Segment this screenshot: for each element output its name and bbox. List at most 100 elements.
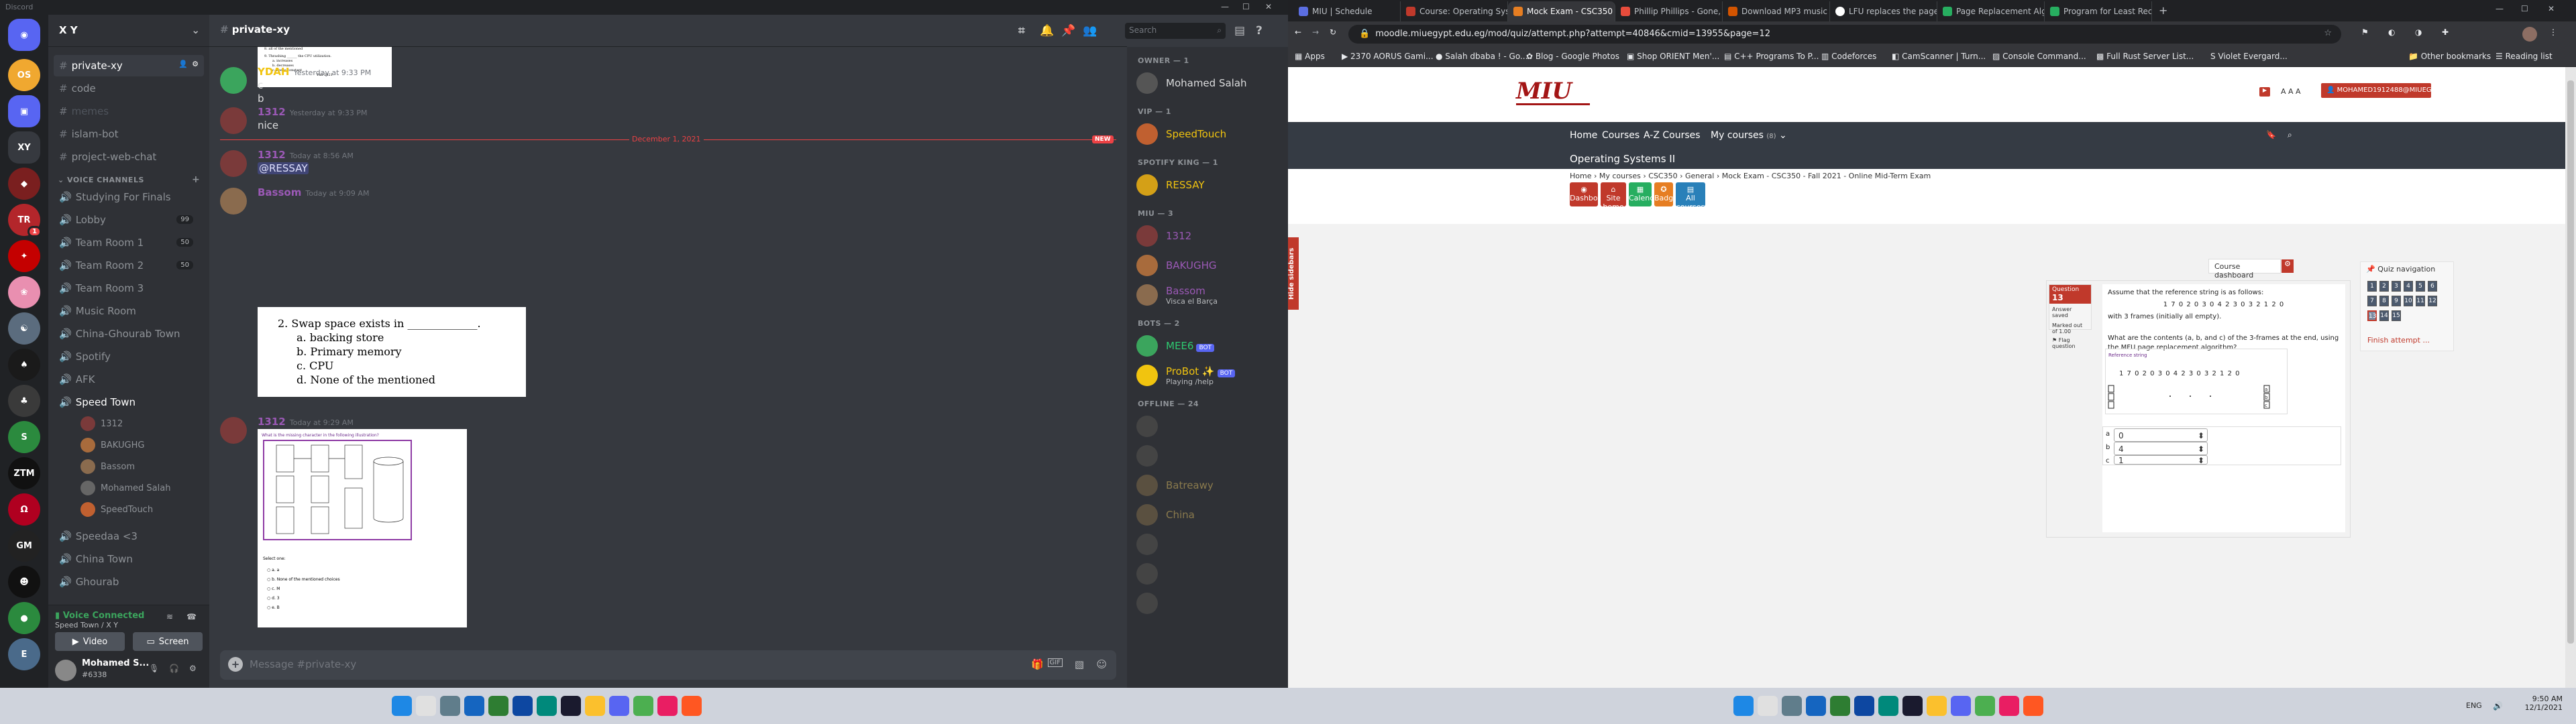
avatar[interactable] (220, 417, 247, 444)
reload-icon[interactable]: ↻ (1330, 27, 1336, 37)
steam-icon[interactable] (1902, 696, 1923, 716)
member-item[interactable]: Mohamed Salah (1136, 70, 1284, 97)
voice-channel[interactable]: 🔊 Studying For Finals (54, 186, 204, 208)
add-channel-icon[interactable]: + (192, 174, 200, 185)
server-icon[interactable]: TR 1 (8, 204, 42, 237)
quiz-nav-question-button[interactable]: 1 (2367, 281, 2377, 292)
answer-b-select[interactable]: 4 ⬍ (2114, 442, 2208, 455)
add-user-icon[interactable]: 👤 (178, 60, 188, 68)
voice-user[interactable]: BAKUGHG (80, 436, 144, 455)
message-author[interactable]: YDAH Yesterday at 9:33 PM (258, 66, 371, 78)
server-icon[interactable]: XY (8, 131, 40, 164)
quiz-nav-question-button[interactable]: 10 (2404, 296, 2413, 306)
search-icon[interactable] (1758, 696, 1778, 716)
minimize-icon[interactable]: — (1221, 2, 1229, 11)
server-icon[interactable]: ♣ (8, 385, 40, 417)
disconnect-icon[interactable]: ☎ (186, 612, 197, 621)
start-icon[interactable] (392, 696, 412, 716)
emoji-icon[interactable]: ☺ (1096, 658, 1107, 670)
voice-channel[interactable]: 🔊 Music Room (54, 300, 204, 322)
image-attachment[interactable]: What is the missing character in the fol… (258, 429, 467, 627)
app-icon[interactable] (513, 696, 533, 716)
server-header[interactable]: X Y ⌄ (48, 15, 209, 47)
quiz-nav-question-button[interactable]: 8 (2379, 296, 2389, 306)
minimize-icon[interactable]: — (2496, 4, 2504, 13)
avatar[interactable] (220, 107, 247, 134)
answer-c-select[interactable]: 1 ⬍ (2114, 455, 2208, 465)
server-icon[interactable]: GM (8, 530, 40, 562)
bookmark[interactable]: ▨ Console Command... (1992, 52, 2086, 61)
quiz-nav-question-button[interactable]: 5 (2416, 281, 2425, 292)
finish-attempt-link[interactable]: Finish attempt ... (2367, 336, 2430, 345)
bookmark[interactable]: ▩ Full Rust Server List... (2096, 52, 2194, 61)
members-icon[interactable]: 👥 (1083, 24, 1097, 38)
message-input[interactable]: + Message #private-xy 🎁 GIF ▧ ☺ (220, 650, 1116, 680)
browser-tab[interactable]: Phillip Phillips - Gone, Gon... (1615, 1, 1723, 21)
quiz-nav-question-button[interactable]: 7 (2367, 296, 2377, 306)
voice-channel[interactable]: 🔊 Team Room 3 (54, 278, 204, 299)
browser-tab-active[interactable]: Mock Exam - CSC350 - Fall... (1508, 1, 1615, 21)
browser-tab[interactable]: Course: Operating System... (1401, 1, 1508, 21)
server-icon[interactable]: ● (8, 602, 40, 634)
calendar-button[interactable]: ▦ Calendar (1629, 182, 1662, 206)
forward-icon[interactable]: → (1312, 27, 1319, 37)
app-icon[interactable] (682, 696, 702, 716)
gear-icon[interactable]: ⚙ (189, 664, 197, 673)
search-icon[interactable]: ⌕ (2288, 130, 2292, 140)
voice-channel-active[interactable]: 🔊 Speed Town (54, 391, 204, 413)
voice-user[interactable]: Bassom (80, 457, 135, 476)
image-attachment[interactable]: 2. Swap space exists in _____________. a… (258, 307, 526, 397)
member-item[interactable]: 1312 (1136, 223, 1284, 249)
bookmark[interactable]: ◧ CamScanner | Turn... (1892, 52, 1986, 61)
apps-bookmark[interactable]: ▦ Apps (1295, 52, 1325, 61)
message-author[interactable]: 1312 Yesterday at 9:33 PM (258, 106, 368, 118)
server-icon[interactable]: ♠ (8, 349, 40, 381)
bookmark[interactable]: S Violet Evergard... (2210, 52, 2288, 61)
voice-user[interactable]: Mohamed Salah (80, 479, 170, 497)
member-item[interactable]: RESSAY (1136, 172, 1284, 198)
server-icon[interactable]: ◆ (8, 168, 40, 200)
voice-channel[interactable]: 🔊 Team Room 1 50 (54, 232, 204, 253)
site-home-button[interactable]: ⌂ Site home (1601, 182, 1626, 211)
bookmark[interactable]: ▤ C++ Programs To P... (1724, 52, 1819, 61)
app-icon[interactable] (1854, 696, 1874, 716)
steam-icon[interactable] (561, 696, 581, 716)
server-icon[interactable]: ☻ (8, 566, 40, 598)
browser-tab[interactable]: LFU replaces the page th... (1830, 1, 1937, 21)
voice-category[interactable]: ⌄ VOICE CHANNELS + (58, 174, 200, 185)
extension-icon[interactable]: ◐ (2388, 27, 2395, 37)
member-item[interactable]: BAKUGHG (1136, 252, 1284, 279)
app-icon[interactable] (657, 696, 678, 716)
app-icon[interactable] (2023, 696, 2043, 716)
search-icon[interactable] (416, 696, 436, 716)
discord-taskbar-icon[interactable] (1951, 696, 1971, 716)
channel-private-xy[interactable]: # private-xy 👤 ⚙ (54, 55, 204, 76)
voice-channel[interactable]: 🔊 Team Room 2 50 (54, 255, 204, 276)
chrome-icon[interactable] (1975, 696, 1995, 716)
gif-icon[interactable]: GIF (1047, 658, 1063, 667)
search-input[interactable]: Search ⌕ (1125, 23, 1226, 39)
server-icon[interactable]: ✦ (8, 240, 40, 272)
miu-logo[interactable]: MIU (1516, 78, 1590, 111)
inbox-icon[interactable]: ▤ (1234, 24, 1245, 38)
extension-icon[interactable]: ⚑ (2361, 27, 2369, 37)
badges-button[interactable]: ✪ Badges (1654, 182, 1682, 206)
puzzle-icon[interactable]: ✚ (2442, 27, 2449, 37)
help-icon[interactable]: ? (1256, 24, 1263, 38)
bookmark[interactable]: ● Salah dbaba ! - Go... (1436, 52, 1527, 61)
voice-channel[interactable]: 🔊 Speedaa <3 (54, 526, 204, 547)
member-item[interactable] (1136, 442, 1284, 469)
avatar[interactable] (220, 188, 247, 215)
avatar[interactable] (55, 660, 76, 681)
quiz-nav-question-button[interactable]: 15 (2392, 310, 2401, 321)
member-item[interactable]: MEE6 BOT (1136, 333, 1284, 359)
server-icon[interactable]: E (8, 638, 40, 670)
app-icon[interactable] (1830, 696, 1850, 716)
file-explorer-icon[interactable] (585, 696, 605, 716)
app-icon[interactable] (488, 696, 508, 716)
quiz-nav-question-button[interactable]: 3 (2392, 281, 2401, 292)
all-courses-button[interactable]: ▤ All courses (1676, 182, 1705, 211)
file-explorer-icon[interactable] (1927, 696, 1947, 716)
quiz-nav-question-button[interactable]: 12 (2428, 296, 2437, 306)
video-button[interactable]: ▶ Video (55, 632, 125, 651)
